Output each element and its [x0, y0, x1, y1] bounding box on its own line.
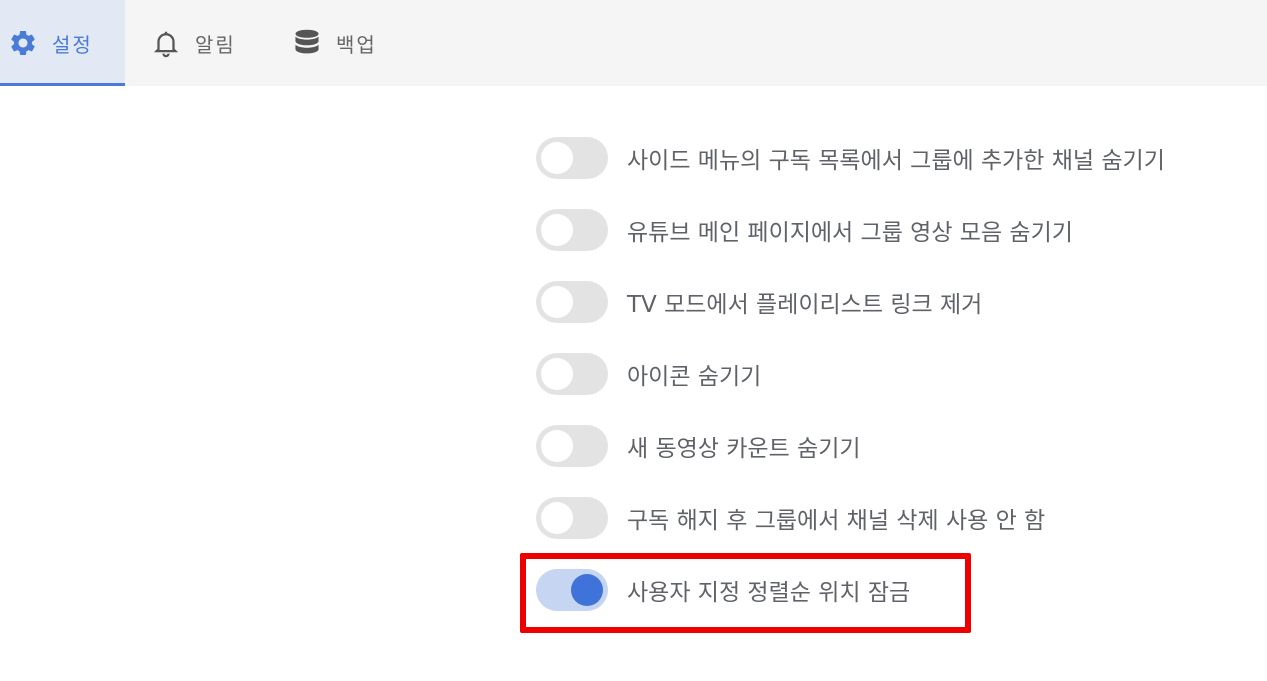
- option-row-remove-playlist-link: TV 모드에서 플레이리스트 링크 제거: [536, 280, 982, 324]
- toggle-knob: [541, 286, 573, 318]
- tab-notifications-label: 알림: [195, 32, 236, 57]
- option-label: 새 동영상 카운트 숨기기: [627, 436, 861, 462]
- option-row-hide-group-videos: 유튜브 메인 페이지에서 그룹 영상 모음 숨기기: [536, 208, 1073, 252]
- option-row-hide-icons: 아이콘 숨기기: [536, 352, 761, 396]
- toggle-remove-playlist-link[interactable]: [536, 281, 608, 323]
- option-row-keep-channel-after-unsubscribe: 구독 해지 후 그룹에서 채널 삭제 사용 안 함: [536, 496, 1045, 540]
- option-label: TV 모드에서 플레이리스트 링크 제거: [627, 292, 983, 318]
- option-row-hide-new-video-count: 새 동영상 카운트 숨기기: [536, 424, 861, 468]
- option-label: 아이콘 숨기기: [627, 364, 762, 390]
- toggle-hide-new-video-count[interactable]: [536, 425, 608, 467]
- toggle-knob: [541, 358, 573, 390]
- tab-settings[interactable]: 설정: [0, 0, 125, 86]
- option-label: 구독 해지 후 그룹에서 채널 삭제 사용 안 함: [627, 508, 1046, 534]
- toggle-keep-channel-after-unsubscribe[interactable]: [536, 497, 608, 539]
- toggle-hide-icons[interactable]: [536, 353, 608, 395]
- toggle-lock-custom-sort[interactable]: [536, 569, 608, 611]
- tab-backup[interactable]: 백업: [280, 0, 400, 86]
- tab-notifications[interactable]: 알림: [137, 0, 257, 86]
- gear-icon: [8, 28, 38, 58]
- option-row-hide-grouped-channels: 사이드 메뉴의 구독 목록에서 그룹에 추가한 채널 숨기기: [536, 136, 1165, 180]
- bell-icon: [151, 28, 181, 58]
- option-label: 사용자 지정 정렬순 위치 잠금: [627, 580, 911, 606]
- option-label: 유튜브 메인 페이지에서 그룹 영상 모음 숨기기: [627, 220, 1073, 246]
- database-icon: [292, 28, 322, 58]
- option-row-lock-custom-sort: 사용자 지정 정렬순 위치 잠금: [536, 568, 910, 612]
- option-label: 사이드 메뉴의 구독 목록에서 그룹에 추가한 채널 숨기기: [627, 148, 1165, 174]
- toggle-knob: [541, 430, 573, 462]
- tab-backup-label: 백업: [336, 32, 377, 57]
- toggle-knob: [541, 214, 573, 246]
- tab-settings-label: 설정: [52, 32, 93, 57]
- toggle-knob: [541, 142, 573, 174]
- toggle-hide-group-videos[interactable]: [536, 209, 608, 251]
- toggle-knob: [571, 574, 603, 606]
- toggle-hide-grouped-channels[interactable]: [536, 137, 608, 179]
- toggle-knob: [541, 502, 573, 534]
- tab-bar: 설정 알림 백업: [0, 0, 1267, 86]
